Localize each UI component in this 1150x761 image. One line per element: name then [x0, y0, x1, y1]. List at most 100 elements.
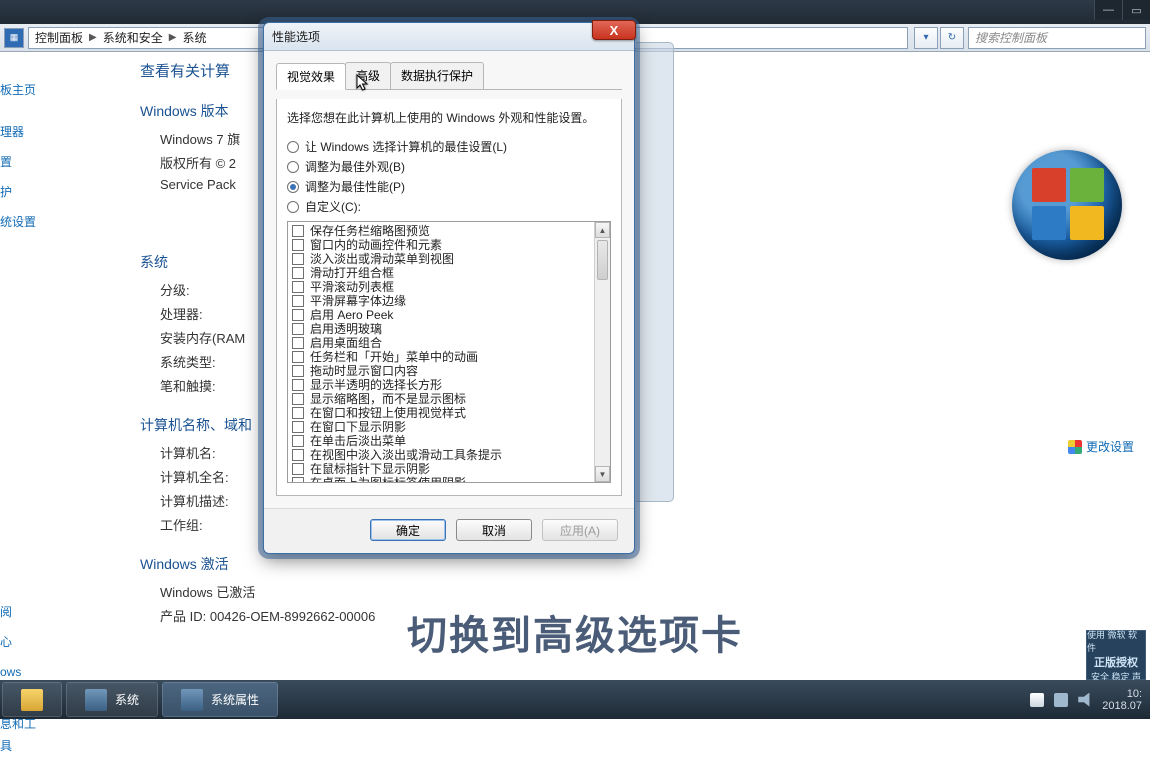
- list-item[interactable]: 在窗口和按钮上使用视觉样式: [290, 406, 610, 420]
- list-item[interactable]: 在鼠标指针下显示阴影: [290, 462, 610, 476]
- tray-date[interactable]: 2018.07: [1102, 700, 1142, 712]
- chevron-right-icon: ▶: [169, 32, 177, 43]
- taskbar-item-system-properties[interactable]: 系统属性: [162, 682, 278, 717]
- checkbox[interactable]: [292, 407, 304, 419]
- checkbox[interactable]: [292, 379, 304, 391]
- list-item[interactable]: 窗口内的动画控件和元素: [290, 238, 610, 252]
- tab-advanced[interactable]: 高级: [345, 62, 391, 89]
- list-item[interactable]: 任务栏和「开始」菜单中的动画: [290, 350, 610, 364]
- radio-icon: [287, 181, 299, 193]
- tab-dep[interactable]: 数据执行保护: [390, 62, 484, 89]
- list-item[interactable]: 保存任务栏缩略图预览: [290, 224, 610, 238]
- tray-time[interactable]: 10:: [1102, 688, 1142, 700]
- history-dropdown-button[interactable]: ▾: [914, 27, 938, 49]
- checkbox[interactable]: [292, 267, 304, 279]
- taskbar-item-system[interactable]: 系统: [66, 682, 158, 717]
- window-controls: — ▭: [1094, 0, 1150, 20]
- radio-label: 自定义(C):: [305, 198, 361, 215]
- dialog-title: 性能选项: [272, 28, 320, 45]
- list-item[interactable]: 显示缩略图，而不是显示图标: [290, 392, 610, 406]
- cancel-button[interactable]: 取消: [456, 519, 532, 541]
- search-placeholder: 搜索控制面板: [975, 29, 1047, 46]
- checkbox[interactable]: [292, 281, 304, 293]
- list-item[interactable]: 在视图中淡入淡出或滑动工具条提示: [290, 448, 610, 462]
- tray-volume-icon[interactable]: [1078, 693, 1092, 707]
- system-tray: 10: 2018.07: [1022, 688, 1150, 712]
- checkbox-label: 启用桌面组合: [310, 336, 382, 350]
- sidebar-item[interactable]: 统设置: [0, 207, 46, 237]
- apply-button[interactable]: 应用(A): [542, 519, 618, 541]
- checkbox-label: 在视图中淡入淡出或滑动工具条提示: [310, 448, 502, 462]
- radio-label: 让 Windows 选择计算机的最佳设置(L): [305, 138, 507, 155]
- checkbox[interactable]: [292, 365, 304, 377]
- checkbox[interactable]: [292, 323, 304, 335]
- list-item[interactable]: 淡入淡出或滑动菜单到视图: [290, 252, 610, 266]
- maximize-button[interactable]: ▭: [1122, 0, 1150, 20]
- scroll-down-button[interactable]: ▼: [595, 466, 610, 482]
- sidebar-item[interactable]: 护: [0, 177, 46, 207]
- crumb-control-panel[interactable]: 控制面板: [35, 29, 83, 46]
- checkbox-label: 拖动时显示窗口内容: [310, 364, 418, 378]
- minimize-button[interactable]: —: [1094, 0, 1122, 20]
- refresh-button[interactable]: ↻: [940, 27, 964, 49]
- tray-network-icon[interactable]: [1054, 693, 1068, 707]
- list-item[interactable]: 滑动打开组合框: [290, 266, 610, 280]
- checkbox-label: 在单击后淡出菜单: [310, 434, 406, 448]
- chevron-right-icon: ▶: [89, 32, 97, 43]
- checkbox[interactable]: [292, 253, 304, 265]
- checkbox[interactable]: [292, 295, 304, 307]
- checkbox[interactable]: [292, 225, 304, 237]
- list-item[interactable]: 平滑屏幕字体边缘: [290, 294, 610, 308]
- radio-let-windows-choose[interactable]: 让 Windows 选择计算机的最佳设置(L): [287, 138, 611, 155]
- checkbox-label: 启用透明玻璃: [310, 322, 382, 336]
- change-settings-link[interactable]: 更改设置: [1068, 438, 1134, 455]
- list-item[interactable]: 启用透明玻璃: [290, 322, 610, 336]
- checkbox[interactable]: [292, 337, 304, 349]
- checkbox[interactable]: [292, 393, 304, 405]
- checkbox-label: 平滑滚动列表框: [310, 280, 394, 294]
- list-item[interactable]: 启用 Aero Peek: [290, 308, 610, 322]
- list-item[interactable]: 在单击后淡出菜单: [290, 434, 610, 448]
- checkbox-label: 在窗口下显示阴影: [310, 420, 406, 434]
- checkbox[interactable]: [292, 477, 304, 483]
- sidebar-item[interactable]: 阅: [0, 597, 46, 627]
- checkbox[interactable]: [292, 421, 304, 433]
- checkbox[interactable]: [292, 449, 304, 461]
- radio-best-performance[interactable]: 调整为最佳性能(P): [287, 178, 611, 195]
- ok-button[interactable]: 确定: [370, 519, 446, 541]
- list-item[interactable]: 显示半透明的选择长方形: [290, 378, 610, 392]
- tab-panel-visual-effects: 选择您想在此计算机上使用的 Windows 外观和性能设置。 让 Windows…: [276, 99, 622, 496]
- checkbox-list[interactable]: 保存任务栏缩略图预览窗口内的动画控件和元素淡入淡出或滑动菜单到视图滑动打开组合框…: [287, 221, 611, 483]
- list-item[interactable]: 平滑滚动列表框: [290, 280, 610, 294]
- radio-best-appearance[interactable]: 调整为最佳外观(B): [287, 158, 611, 175]
- change-settings-label: 更改设置: [1086, 438, 1134, 455]
- scroll-thumb[interactable]: [597, 240, 608, 280]
- sidebar-item[interactable]: 置: [0, 147, 46, 177]
- taskbar-item-explorer[interactable]: [2, 682, 62, 717]
- scroll-up-button[interactable]: ▲: [595, 222, 610, 238]
- checkbox[interactable]: [292, 463, 304, 475]
- sidebar-item[interactable]: 理器: [0, 117, 46, 147]
- search-input[interactable]: 搜索控制面板: [968, 27, 1146, 49]
- crumb-system[interactable]: 系统: [182, 29, 206, 46]
- radio-custom[interactable]: 自定义(C):: [287, 198, 611, 215]
- radio-label: 调整为最佳性能(P): [305, 178, 405, 195]
- dialog-titlebar[interactable]: 性能选项 X: [264, 23, 634, 51]
- taskbar: 系统 系统属性 10: 2018.07: [0, 680, 1150, 719]
- checkbox[interactable]: [292, 351, 304, 363]
- checkbox[interactable]: [292, 239, 304, 251]
- list-item[interactable]: 在窗口下显示阴影: [290, 420, 610, 434]
- list-item[interactable]: 拖动时显示窗口内容: [290, 364, 610, 378]
- tab-visual-effects[interactable]: 视觉效果: [276, 63, 346, 90]
- tray-flag-icon[interactable]: [1030, 693, 1044, 707]
- sidebar-item[interactable]: 板主页: [0, 75, 46, 105]
- sidebar-item[interactable]: 心: [0, 627, 46, 657]
- crumb-system-security[interactable]: 系统和安全: [103, 29, 163, 46]
- windows-logo-orb: [1012, 150, 1122, 260]
- close-button[interactable]: X: [592, 20, 636, 40]
- checkbox[interactable]: [292, 309, 304, 321]
- list-item[interactable]: 启用桌面组合: [290, 336, 610, 350]
- list-item[interactable]: 在桌面上为图标标签使用阴影: [290, 476, 610, 483]
- checkbox[interactable]: [292, 435, 304, 447]
- scrollbar[interactable]: ▲ ▼: [594, 222, 610, 482]
